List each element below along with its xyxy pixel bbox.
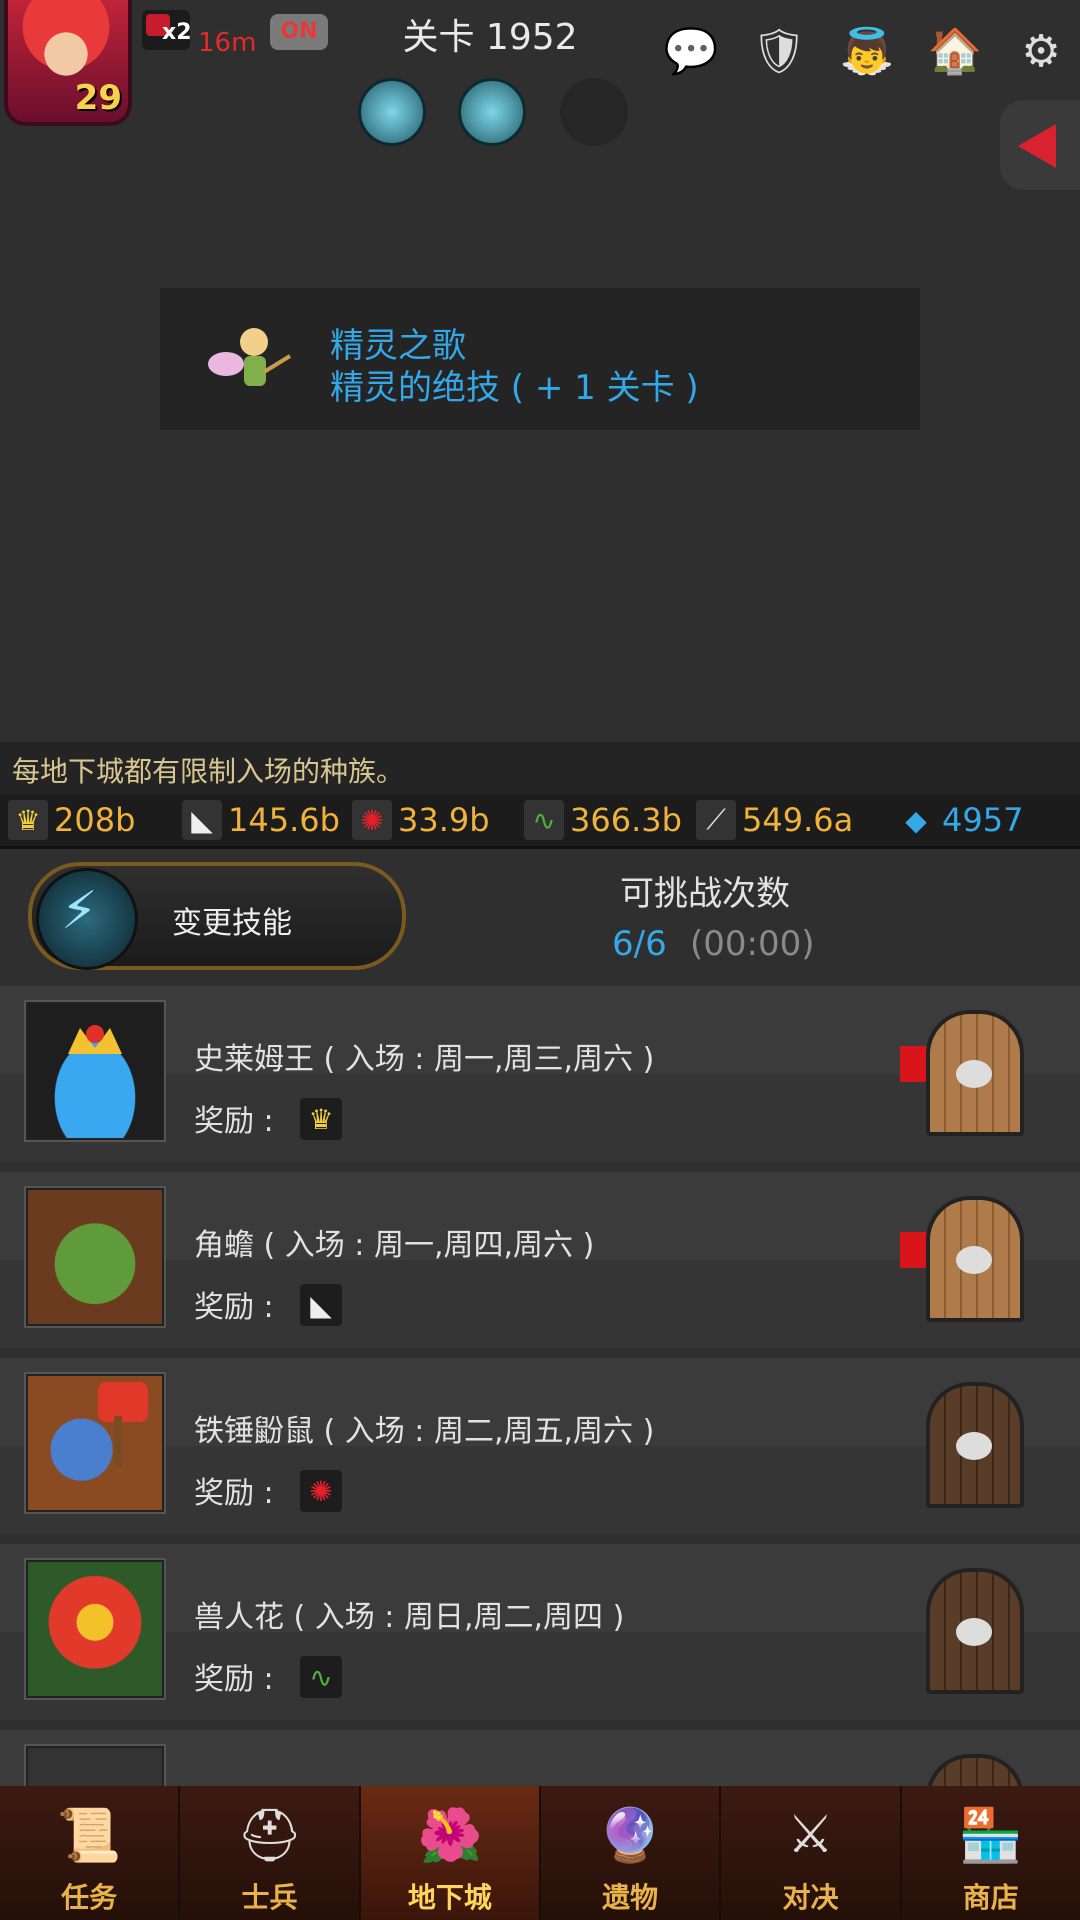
skill-slot-1[interactable]	[358, 78, 426, 146]
resource-tooth: ◣ 145.6b	[182, 798, 340, 842]
hero-portrait	[20, 0, 112, 90]
resource-bar: ♛ 208b ◣ 145.6b ✺ 33.9b ∿ 366.3b ⟋ 549.6…	[0, 794, 1080, 849]
scroll-icon: 📜	[56, 1805, 122, 1866]
skull-icon	[956, 1618, 992, 1646]
player-avatar[interactable]: 29	[4, 0, 132, 126]
tip-text: 每地下城都有限制入场的种族。	[12, 755, 405, 788]
player-level: 29	[74, 78, 122, 118]
tip-bar: 每地下城都有限制入场的种族。	[0, 742, 1080, 794]
gem-icon: ◆	[905, 803, 927, 837]
skull-icon	[956, 1432, 992, 1460]
dungeon-list[interactable]: 史莱姆王 ( 入场 : 周一,周三,周六 ) 奖励 : ♛ 角蟾 ( 入场 : …	[0, 986, 1080, 1786]
challenge-timer: (00:00)	[690, 924, 815, 964]
vine-icon: ∿	[524, 800, 564, 840]
flower-monster-icon: 🌺	[417, 1805, 483, 1866]
auto-toggle[interactable]: ON	[270, 14, 328, 50]
dungeon-title: 史莱姆王 ( 入场 : 周一,周三,周六 )	[194, 1042, 655, 1077]
change-skill-button[interactable]: 变更技能	[28, 862, 406, 970]
buff-notice: 精灵之歌 精灵的绝技 ( + 1 关卡 )	[160, 288, 920, 430]
speed-boost-icon[interactable]: x2	[142, 10, 192, 50]
dungeon-title: 铁锤鼢鼠 ( 入场 : 周二,周五,周六 )	[194, 1414, 655, 1449]
nav-tab-soldiers[interactable]: ⛑ 士兵	[180, 1786, 361, 1920]
resource-vine: ∿ 366.3b	[524, 798, 682, 842]
stage-title: 关卡 1952	[402, 17, 578, 58]
slime-king-portrait	[26, 1002, 164, 1140]
dungeon-door-closed	[926, 1754, 1024, 1786]
settings-gear-icon[interactable]: ⚙	[1010, 20, 1072, 82]
horned-toad-portrait	[26, 1188, 164, 1326]
dungeon-portrait-partial	[26, 1746, 164, 1786]
dungeon-door-open-button[interactable]	[926, 1010, 1024, 1136]
skull-icon	[956, 1246, 992, 1274]
angel-icon[interactable]: 👼	[836, 20, 898, 82]
helmet-icon: ⛑	[236, 1805, 303, 1866]
tooth-icon: ◣	[182, 800, 222, 840]
reward-label: 奖励 :	[194, 1662, 274, 1697]
resource-gem: ◆ 4957	[896, 798, 1023, 842]
tooth-icon: ◣	[300, 1284, 342, 1326]
claw-icon: ✺	[300, 1470, 342, 1512]
vine-icon: ∿	[300, 1656, 342, 1698]
guild-banner-icon[interactable]: 🛡	[748, 20, 810, 82]
orc-flower-portrait	[26, 1560, 164, 1698]
resource-claw: ✺ 33.9b	[352, 798, 490, 842]
dungeon-row-slime-king[interactable]: 史莱姆王 ( 入场 : 周一,周三,周六 ) 奖励 : ♛	[0, 986, 1080, 1162]
chat-icon[interactable]: 💬	[660, 20, 722, 82]
orb-icon: 🔮	[597, 1805, 663, 1866]
dungeon-title: 角蟾 ( 入场 : 周一,周四,周六 )	[194, 1228, 595, 1263]
skill-slot-2[interactable]	[458, 78, 526, 146]
nav-tab-relics[interactable]: 🔮 遗物	[541, 1786, 722, 1920]
resource-blade: ⟋ 549.6a	[696, 798, 853, 842]
reward-label: 奖励 :	[194, 1104, 274, 1139]
dungeon-title: 兽人花 ( 入场 : 周日,周二,周四 )	[194, 1600, 625, 1635]
reward-label: 奖励 :	[194, 1290, 274, 1325]
lightning-tower-icon	[36, 868, 138, 970]
change-skill-label: 变更技能	[172, 906, 292, 941]
fairy-icon	[204, 316, 294, 402]
shop-icon: 🏪	[958, 1805, 1024, 1866]
bottom-nav: 📜 任务 ⛑ 士兵 🌺 地下城 🔮 遗物 ⚔ 对决 🏪 商店	[0, 1786, 1080, 1920]
notice-detail: 精灵的绝技 ( + 1 关卡 )	[330, 368, 699, 408]
crown-icon: ♛	[300, 1098, 342, 1140]
dungeon-row-hammer-mole[interactable]: 铁锤鼢鼠 ( 入场 : 周二,周五,周六 ) 奖励 : ✺	[0, 1358, 1080, 1534]
dungeon-door-open-button[interactable]	[926, 1196, 1024, 1322]
skull-icon	[956, 1060, 992, 1088]
triangle-left-icon	[1018, 124, 1056, 168]
mailbox-icon[interactable]: 🏠	[924, 20, 986, 82]
crown-icon: ♛	[8, 800, 48, 840]
nav-tab-dungeon[interactable]: 🌺 地下城	[360, 1786, 541, 1920]
skill-slot-empty[interactable]	[560, 78, 628, 146]
challenge-count-label: 可挑战次数	[620, 874, 790, 914]
hammer-mole-portrait	[26, 1374, 164, 1512]
dungeon-row-orc-flower[interactable]: 兽人花 ( 入场 : 周日,周二,周四 ) 奖励 : ∿	[0, 1544, 1080, 1720]
dungeon-row-horned-toad[interactable]: 角蟾 ( 入场 : 周一,周四,周六 ) 奖励 : ◣	[0, 1172, 1080, 1348]
blade-icon: ⟋	[696, 800, 736, 840]
nav-tab-duel[interactable]: ⚔ 对决	[721, 1786, 902, 1920]
challenge-count: 6/6	[612, 924, 667, 964]
crossed-swords-icon: ⚔	[787, 1805, 834, 1865]
dungeon-row-partial[interactable]	[0, 1730, 1080, 1786]
resource-crown: ♛ 208b	[8, 798, 135, 842]
speed-multiplier: x2	[162, 20, 192, 45]
dungeon-door-closed	[926, 1382, 1024, 1508]
side-panel-toggle[interactable]	[1000, 100, 1080, 190]
nav-tab-quests[interactable]: 📜 任务	[0, 1786, 181, 1920]
nav-tab-shop[interactable]: 🏪 商店	[902, 1786, 1080, 1920]
reward-label: 奖励 :	[194, 1476, 274, 1511]
speed-boost-time: 16m	[198, 28, 257, 58]
claw-icon: ✺	[352, 800, 392, 840]
dungeon-door-closed	[926, 1568, 1024, 1694]
